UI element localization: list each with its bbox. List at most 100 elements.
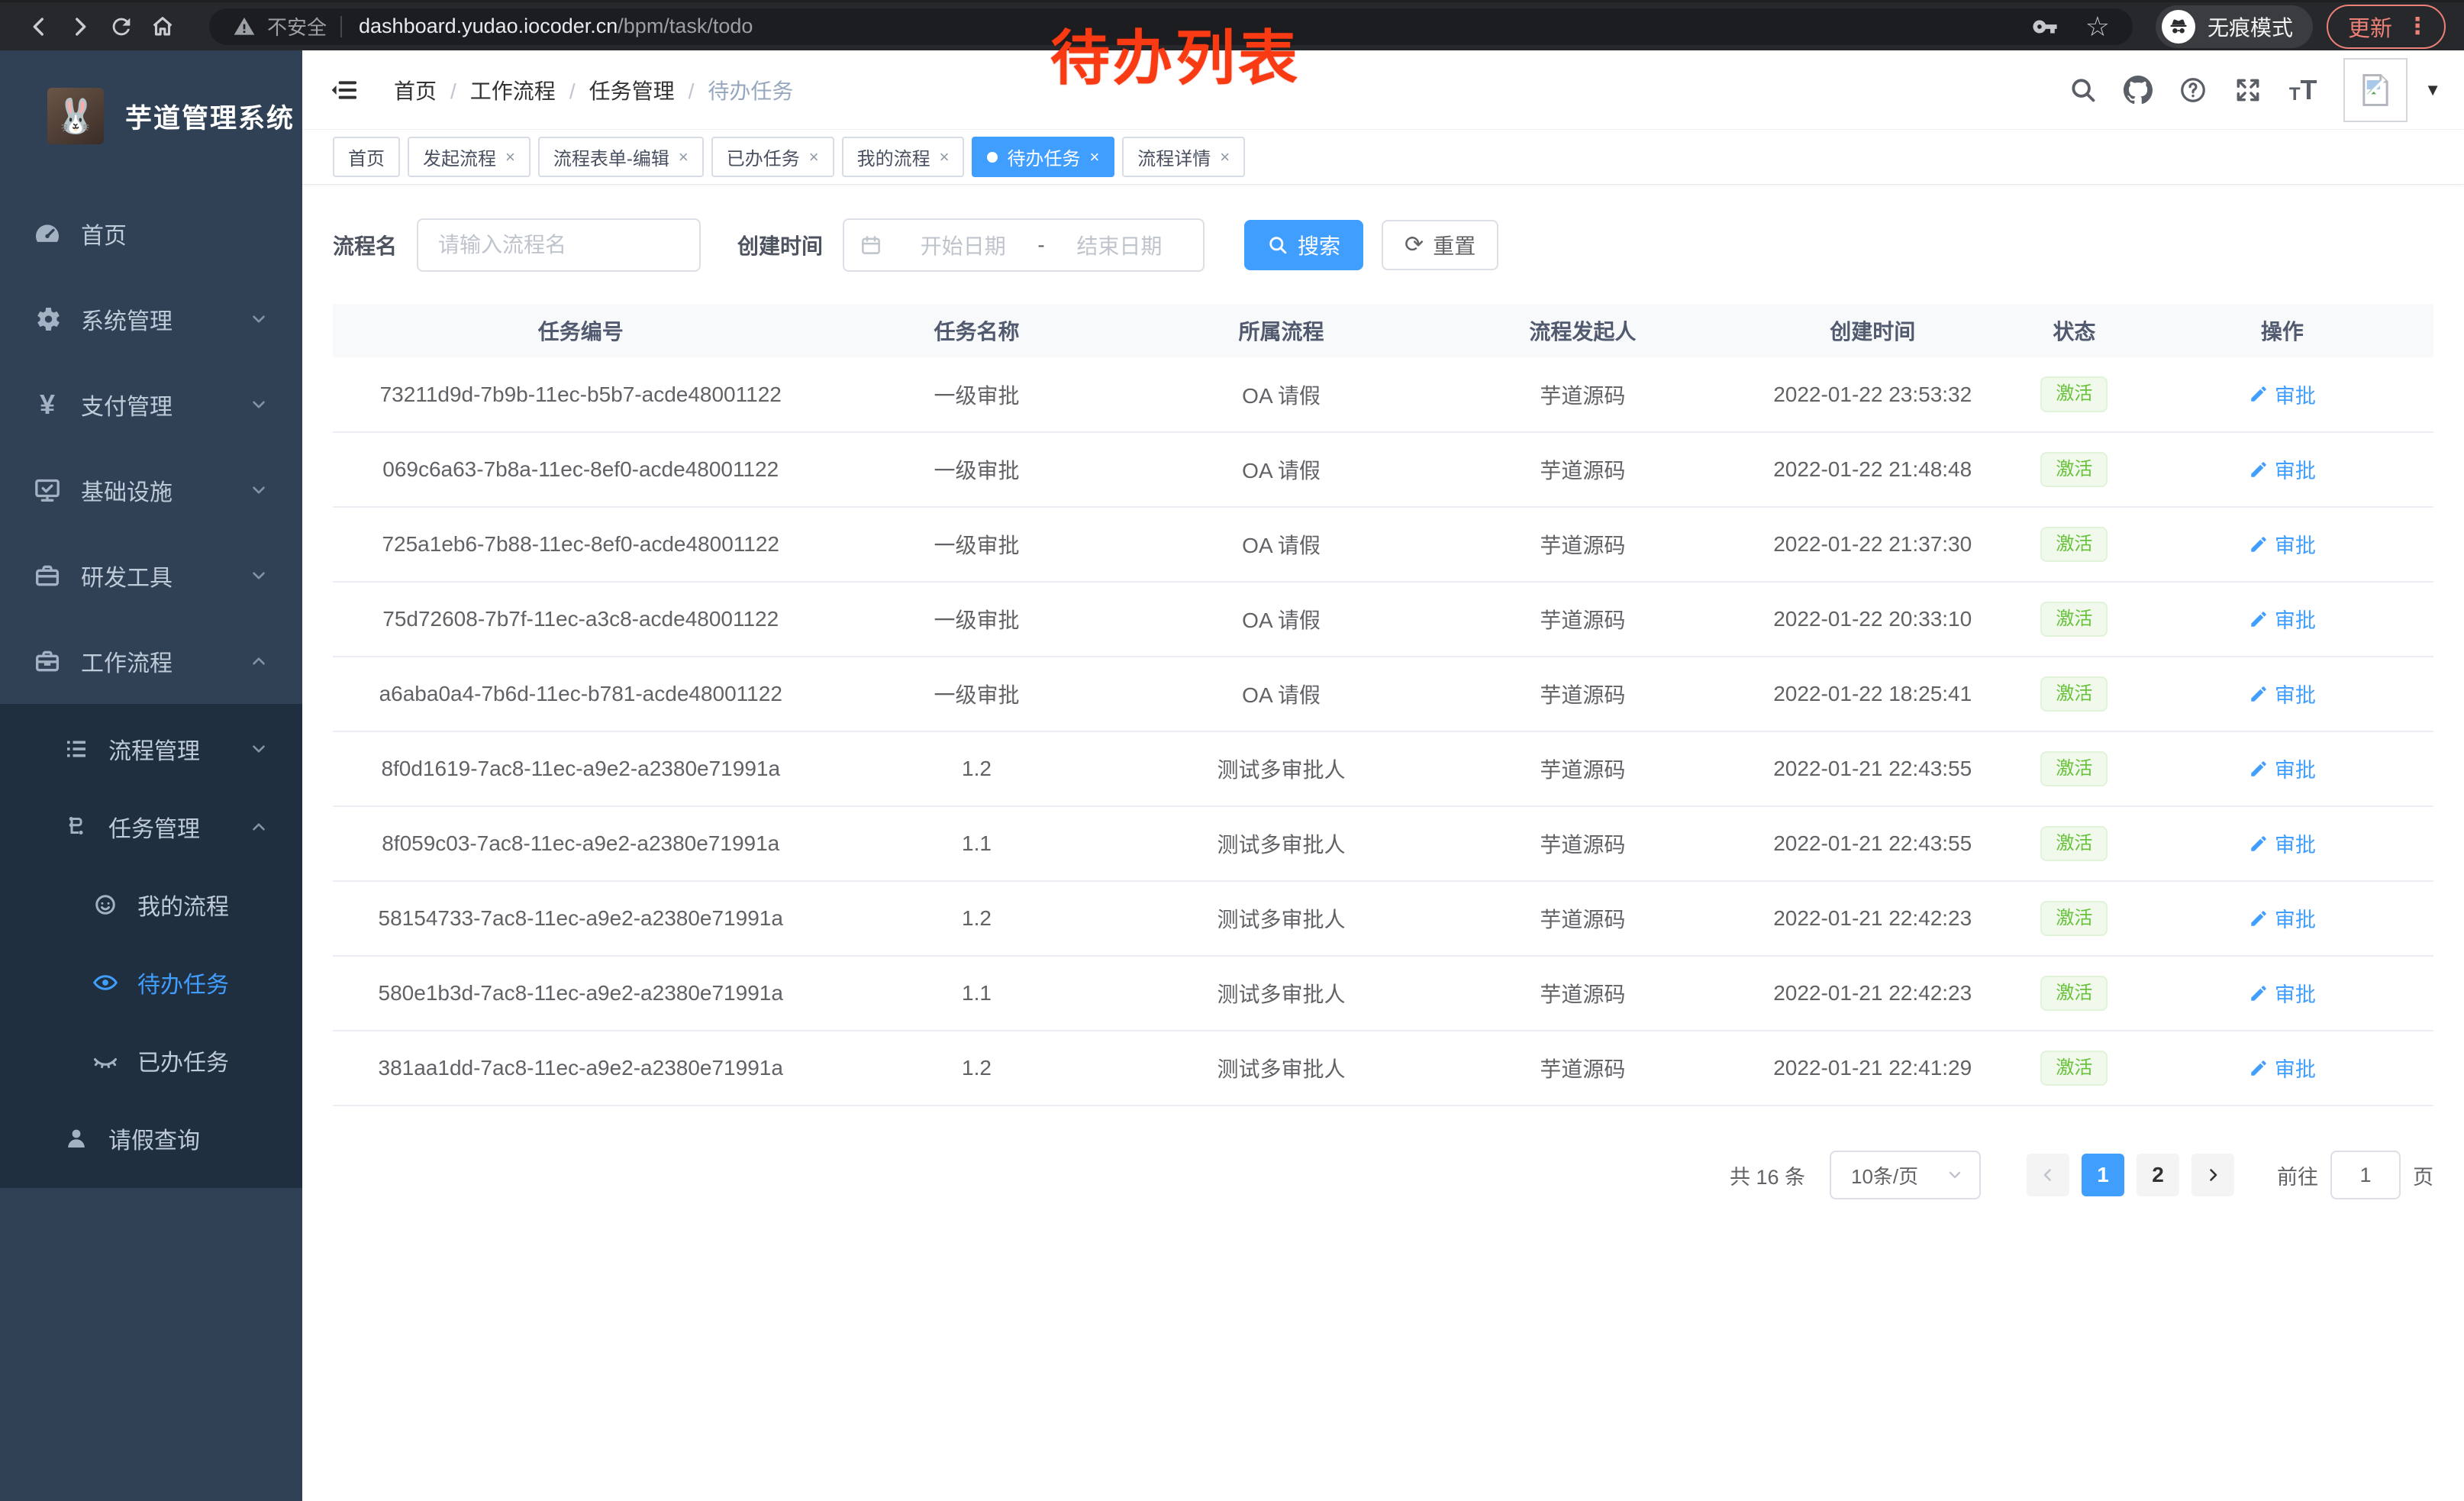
status-badge: 激活 <box>2040 452 2108 487</box>
filter-bar: 流程名 创建时间 开始日期 - 结束日期 搜索 <box>333 218 2433 272</box>
main-area: 首页 工作流程 任务管理 待办任务 <box>302 50 2464 1501</box>
process-name-input[interactable] <box>417 218 701 272</box>
starter-cell: 芋道源码 <box>1438 881 1728 956</box>
breadcrumb-home[interactable]: 首页 <box>394 75 456 105</box>
page-2-button[interactable]: 2 <box>2137 1154 2179 1196</box>
fullscreen-icon[interactable] <box>2230 73 2266 108</box>
person-icon <box>61 1123 92 1154</box>
font-size-icon[interactable]: TT <box>2285 73 2320 108</box>
table-row: 8f059c03-7ac8-11ec-a9e2-a2380e71991a 1.1… <box>333 806 2433 881</box>
status-cell: 激活 <box>2017 582 2131 657</box>
forward-icon[interactable] <box>60 6 101 47</box>
close-icon[interactable]: × <box>940 147 950 167</box>
tag-todo-tasks[interactable]: 待办任务× <box>972 137 1114 177</box>
date-range-picker[interactable]: 开始日期 - 结束日期 <box>843 218 1205 272</box>
tag-done-tasks[interactable]: 已办任务× <box>711 137 834 177</box>
task-name-cell: 1.1 <box>828 806 1124 881</box>
sidebar-item-home[interactable]: 首页 <box>0 191 302 276</box>
close-icon[interactable]: × <box>1220 147 1230 167</box>
task-id-cell: 725a1eb6-7b88-11ec-8ef0-acde48001122 <box>333 507 828 582</box>
goto-page-input[interactable] <box>2330 1151 2401 1199</box>
action-cell: 审批 <box>2131 1031 2433 1106</box>
task-id-cell: a6aba0a4-7b6d-11ec-b781-acde48001122 <box>333 657 828 731</box>
pencil-icon <box>2249 609 2269 629</box>
next-page-button[interactable] <box>2191 1154 2234 1196</box>
monitor-icon <box>31 473 64 507</box>
task-table: 任务编号 任务名称 所属流程 流程发起人 创建时间 状态 操作 73211d9d… <box>333 304 2433 1106</box>
sidebar-item-workflow[interactable]: 工作流程 <box>0 618 302 704</box>
approve-link[interactable]: 审批 <box>2249 754 2316 783</box>
page-size-select[interactable]: 10条/页 <box>1830 1151 1981 1199</box>
approve-link[interactable]: 审批 <box>2249 454 2316 484</box>
search-icon[interactable] <box>2066 73 2101 108</box>
process-cell: 测试多审批人 <box>1125 806 1438 881</box>
created-cell: 2022-01-21 22:43:55 <box>1727 731 2017 806</box>
task-name-cell: 1.2 <box>828 1031 1124 1106</box>
reset-button[interactable]: ⟳ 重置 <box>1382 220 1498 270</box>
calendar-icon <box>859 234 882 257</box>
back-icon[interactable] <box>18 6 60 47</box>
status-badge: 激活 <box>2040 602 2108 637</box>
close-icon[interactable]: × <box>809 147 819 167</box>
tag-process-detail[interactable]: 流程详情× <box>1122 137 1245 177</box>
sidebar-item-todo-tasks[interactable]: 待办任务 <box>0 944 302 1022</box>
sidebar-item-process-mgmt[interactable]: 流程管理 <box>0 710 302 788</box>
yen-icon: ¥ <box>31 388 64 421</box>
close-icon[interactable]: × <box>505 147 515 167</box>
sidebar-item-done-tasks[interactable]: 已办任务 <box>0 1022 302 1099</box>
approve-link[interactable]: 审批 <box>2249 529 2316 559</box>
approve-link[interactable]: 审批 <box>2249 903 2316 933</box>
sidebar-collapse-icon[interactable] <box>327 72 363 108</box>
prev-page-button[interactable] <box>2027 1154 2069 1196</box>
tag-start-process[interactable]: 发起流程× <box>408 137 531 177</box>
incognito-label: 无痕模式 <box>2208 11 2293 42</box>
sidebar-item-payment[interactable]: ¥ 支付管理 <box>0 362 302 447</box>
sidebar-item-devtools[interactable]: 研发工具 <box>0 533 302 618</box>
briefcase-icon <box>31 644 64 678</box>
home-icon[interactable] <box>142 6 183 47</box>
sidebar-item-system[interactable]: 系统管理 <box>0 276 302 362</box>
page-1-button[interactable]: 1 <box>2082 1154 2124 1196</box>
search-button[interactable]: 搜索 <box>1244 220 1363 270</box>
close-icon[interactable]: × <box>679 147 689 167</box>
status-cell: 激活 <box>2017 507 2131 582</box>
browser-menu-icon[interactable]: ⋮ <box>2406 15 2429 38</box>
bookmark-star-icon[interactable]: ☆ <box>2085 13 2110 40</box>
sidebar-item-leave-query[interactable]: 请假查询 <box>0 1099 302 1177</box>
approve-link[interactable]: 审批 <box>2249 978 2316 1008</box>
key-icon[interactable] <box>2032 14 2058 40</box>
reload-icon[interactable] <box>101 6 142 47</box>
end-date-placeholder[interactable]: 结束日期 <box>1051 230 1188 260</box>
task-name-cell: 一级审批 <box>828 507 1124 582</box>
action-cell: 审批 <box>2131 881 2433 956</box>
app-logo[interactable]: 🐰 芋道管理系统 <box>0 50 302 154</box>
avatar[interactable] <box>2343 58 2408 122</box>
chevron-down-icon <box>1946 1166 1964 1184</box>
tag-home[interactable]: 首页 <box>333 137 400 177</box>
tag-my-process[interactable]: 我的流程× <box>842 137 965 177</box>
approve-link[interactable]: 审批 <box>2249 379 2316 409</box>
breadcrumb-task-mgmt[interactable]: 任务管理 <box>589 75 695 105</box>
approve-link[interactable]: 审批 <box>2249 604 2316 634</box>
status-badge: 激活 <box>2040 527 2108 562</box>
action-cell: 审批 <box>2131 806 2433 881</box>
help-icon[interactable] <box>2175 73 2211 108</box>
approve-link[interactable]: 审批 <box>2249 1053 2316 1083</box>
sidebar-item-infra[interactable]: 基础设施 <box>0 447 302 533</box>
caret-down-icon[interactable]: ▼ <box>2424 80 2441 100</box>
browser-update-button[interactable]: 更新 ⋮ <box>2327 5 2446 49</box>
workflow-submenu: 流程管理 任务管理 我的流程 <box>0 704 302 1188</box>
created-cell: 2022-01-22 23:53:32 <box>1727 357 2017 432</box>
task-id-cell: 73211d9d-7b9b-11ec-b5b7-acde48001122 <box>333 357 828 432</box>
tag-form-edit[interactable]: 流程表单-编辑× <box>538 137 704 177</box>
sidebar-item-task-mgmt[interactable]: 任务管理 <box>0 788 302 866</box>
start-date-placeholder[interactable]: 开始日期 <box>895 230 1031 260</box>
status-badge: 激活 <box>2040 751 2108 786</box>
approve-link[interactable]: 审批 <box>2249 679 2316 709</box>
github-icon[interactable] <box>2121 73 2156 108</box>
breadcrumb-workflow[interactable]: 工作流程 <box>470 75 576 105</box>
action-cell: 审批 <box>2131 507 2433 582</box>
close-icon[interactable]: × <box>1089 147 1099 167</box>
sidebar-item-my-process[interactable]: 我的流程 <box>0 866 302 944</box>
approve-link[interactable]: 审批 <box>2249 828 2316 858</box>
